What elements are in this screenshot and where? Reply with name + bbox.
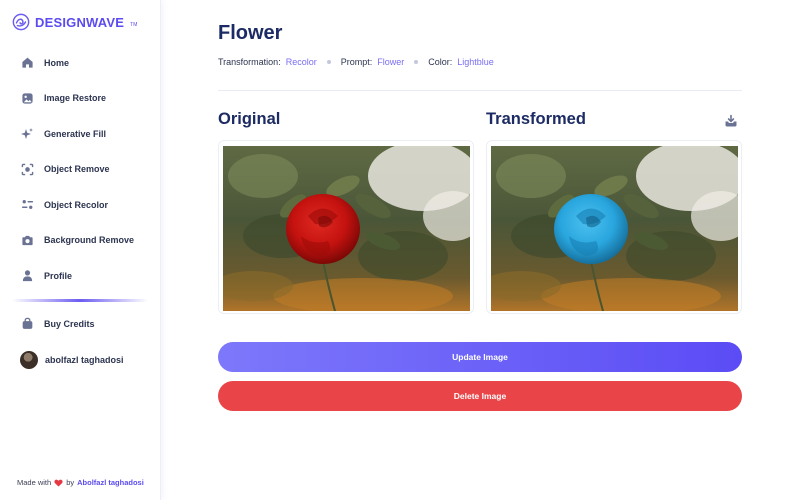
sidebar-credits: Buy Credits <box>0 306 160 342</box>
footer-author-link[interactable]: Abolfazl taghadosi <box>77 478 144 487</box>
user-icon <box>20 269 34 283</box>
sidebar-item-image-restore[interactable]: Image Restore <box>0 81 160 117</box>
sidebar-footer: Made with by Abolfazl taghadosi <box>17 478 144 487</box>
user-profile[interactable]: abolfazl taghadosi <box>20 351 124 369</box>
delete-image-button[interactable]: Delete Image <box>218 381 742 411</box>
meta-separator <box>414 60 419 64</box>
sidebar-item-label: Home <box>44 57 70 68</box>
sidebar-divider <box>12 299 148 302</box>
sidebar-item-profile[interactable]: Profile <box>0 258 160 294</box>
footer-made-with: Made with <box>17 478 52 487</box>
sidebar-item-background-remove[interactable]: Background Remove <box>0 223 160 259</box>
logo[interactable]: DESIGNWAVE TM <box>12 13 137 31</box>
sidebar-nav: Home Image Restore Generative Fill Objec… <box>0 45 160 294</box>
sidebar-item-label: Profile <box>44 270 73 281</box>
sidebar-item-label: Buy Credits <box>44 318 95 329</box>
sparkle-icon <box>20 127 34 141</box>
sidebar-item-buy-credits[interactable]: Buy Credits <box>0 306 160 342</box>
bag-icon <box>20 317 34 331</box>
sidebar: DESIGNWAVE TM Home Image Restore Generat… <box>0 0 161 500</box>
sidebar-item-object-recolor[interactable]: Object Recolor <box>0 187 160 223</box>
transformed-image <box>491 146 738 311</box>
scan-icon <box>20 162 34 176</box>
meta-transformation-key: Transformation: <box>218 57 281 67</box>
sidebar-item-label: Object Recolor <box>44 199 109 210</box>
update-image-button[interactable]: Update Image <box>218 342 742 372</box>
avatar <box>20 351 38 369</box>
sidebar-item-home[interactable]: Home <box>0 45 160 81</box>
image-restore-icon <box>20 91 34 105</box>
original-heading: Original <box>218 110 281 128</box>
meta-color-value: Lightblue <box>457 57 494 67</box>
sidebar-item-label: Generative Fill <box>44 128 107 139</box>
page-title: Flower <box>218 22 283 44</box>
meta-prompt-key: Prompt: <box>340 57 373 67</box>
original-image <box>223 146 470 311</box>
filter-icon <box>20 198 34 212</box>
brand-tm: TM <box>130 21 138 28</box>
heart-icon <box>54 479 63 487</box>
meta-prompt-value: Flower <box>377 57 405 67</box>
download-icon[interactable] <box>724 114 738 128</box>
transformed-image-card <box>486 140 742 314</box>
sidebar-item-label: Background Remove <box>44 235 135 246</box>
home-icon <box>20 56 34 70</box>
logo-icon <box>12 13 30 31</box>
user-name: abolfazl taghadosi <box>45 355 124 365</box>
meta-separator <box>326 60 331 64</box>
sidebar-item-generative-fill[interactable]: Generative Fill <box>0 116 160 152</box>
meta-color-key: Color: <box>428 57 453 67</box>
transformation-details: Transformation: Recolor Prompt: Flower C… <box>218 57 494 67</box>
camera-icon <box>20 233 34 247</box>
sidebar-item-label: Object Remove <box>44 164 110 175</box>
transformed-heading: Transformed <box>486 110 586 128</box>
original-image-card <box>218 140 474 314</box>
header-divider <box>218 90 742 91</box>
footer-by: by <box>66 478 75 487</box>
sidebar-item-object-remove[interactable]: Object Remove <box>0 152 160 188</box>
brand-name: DESIGNWAVE <box>35 14 125 30</box>
meta-transformation-value: Recolor <box>285 57 317 67</box>
sidebar-item-label: Image Restore <box>44 93 107 104</box>
